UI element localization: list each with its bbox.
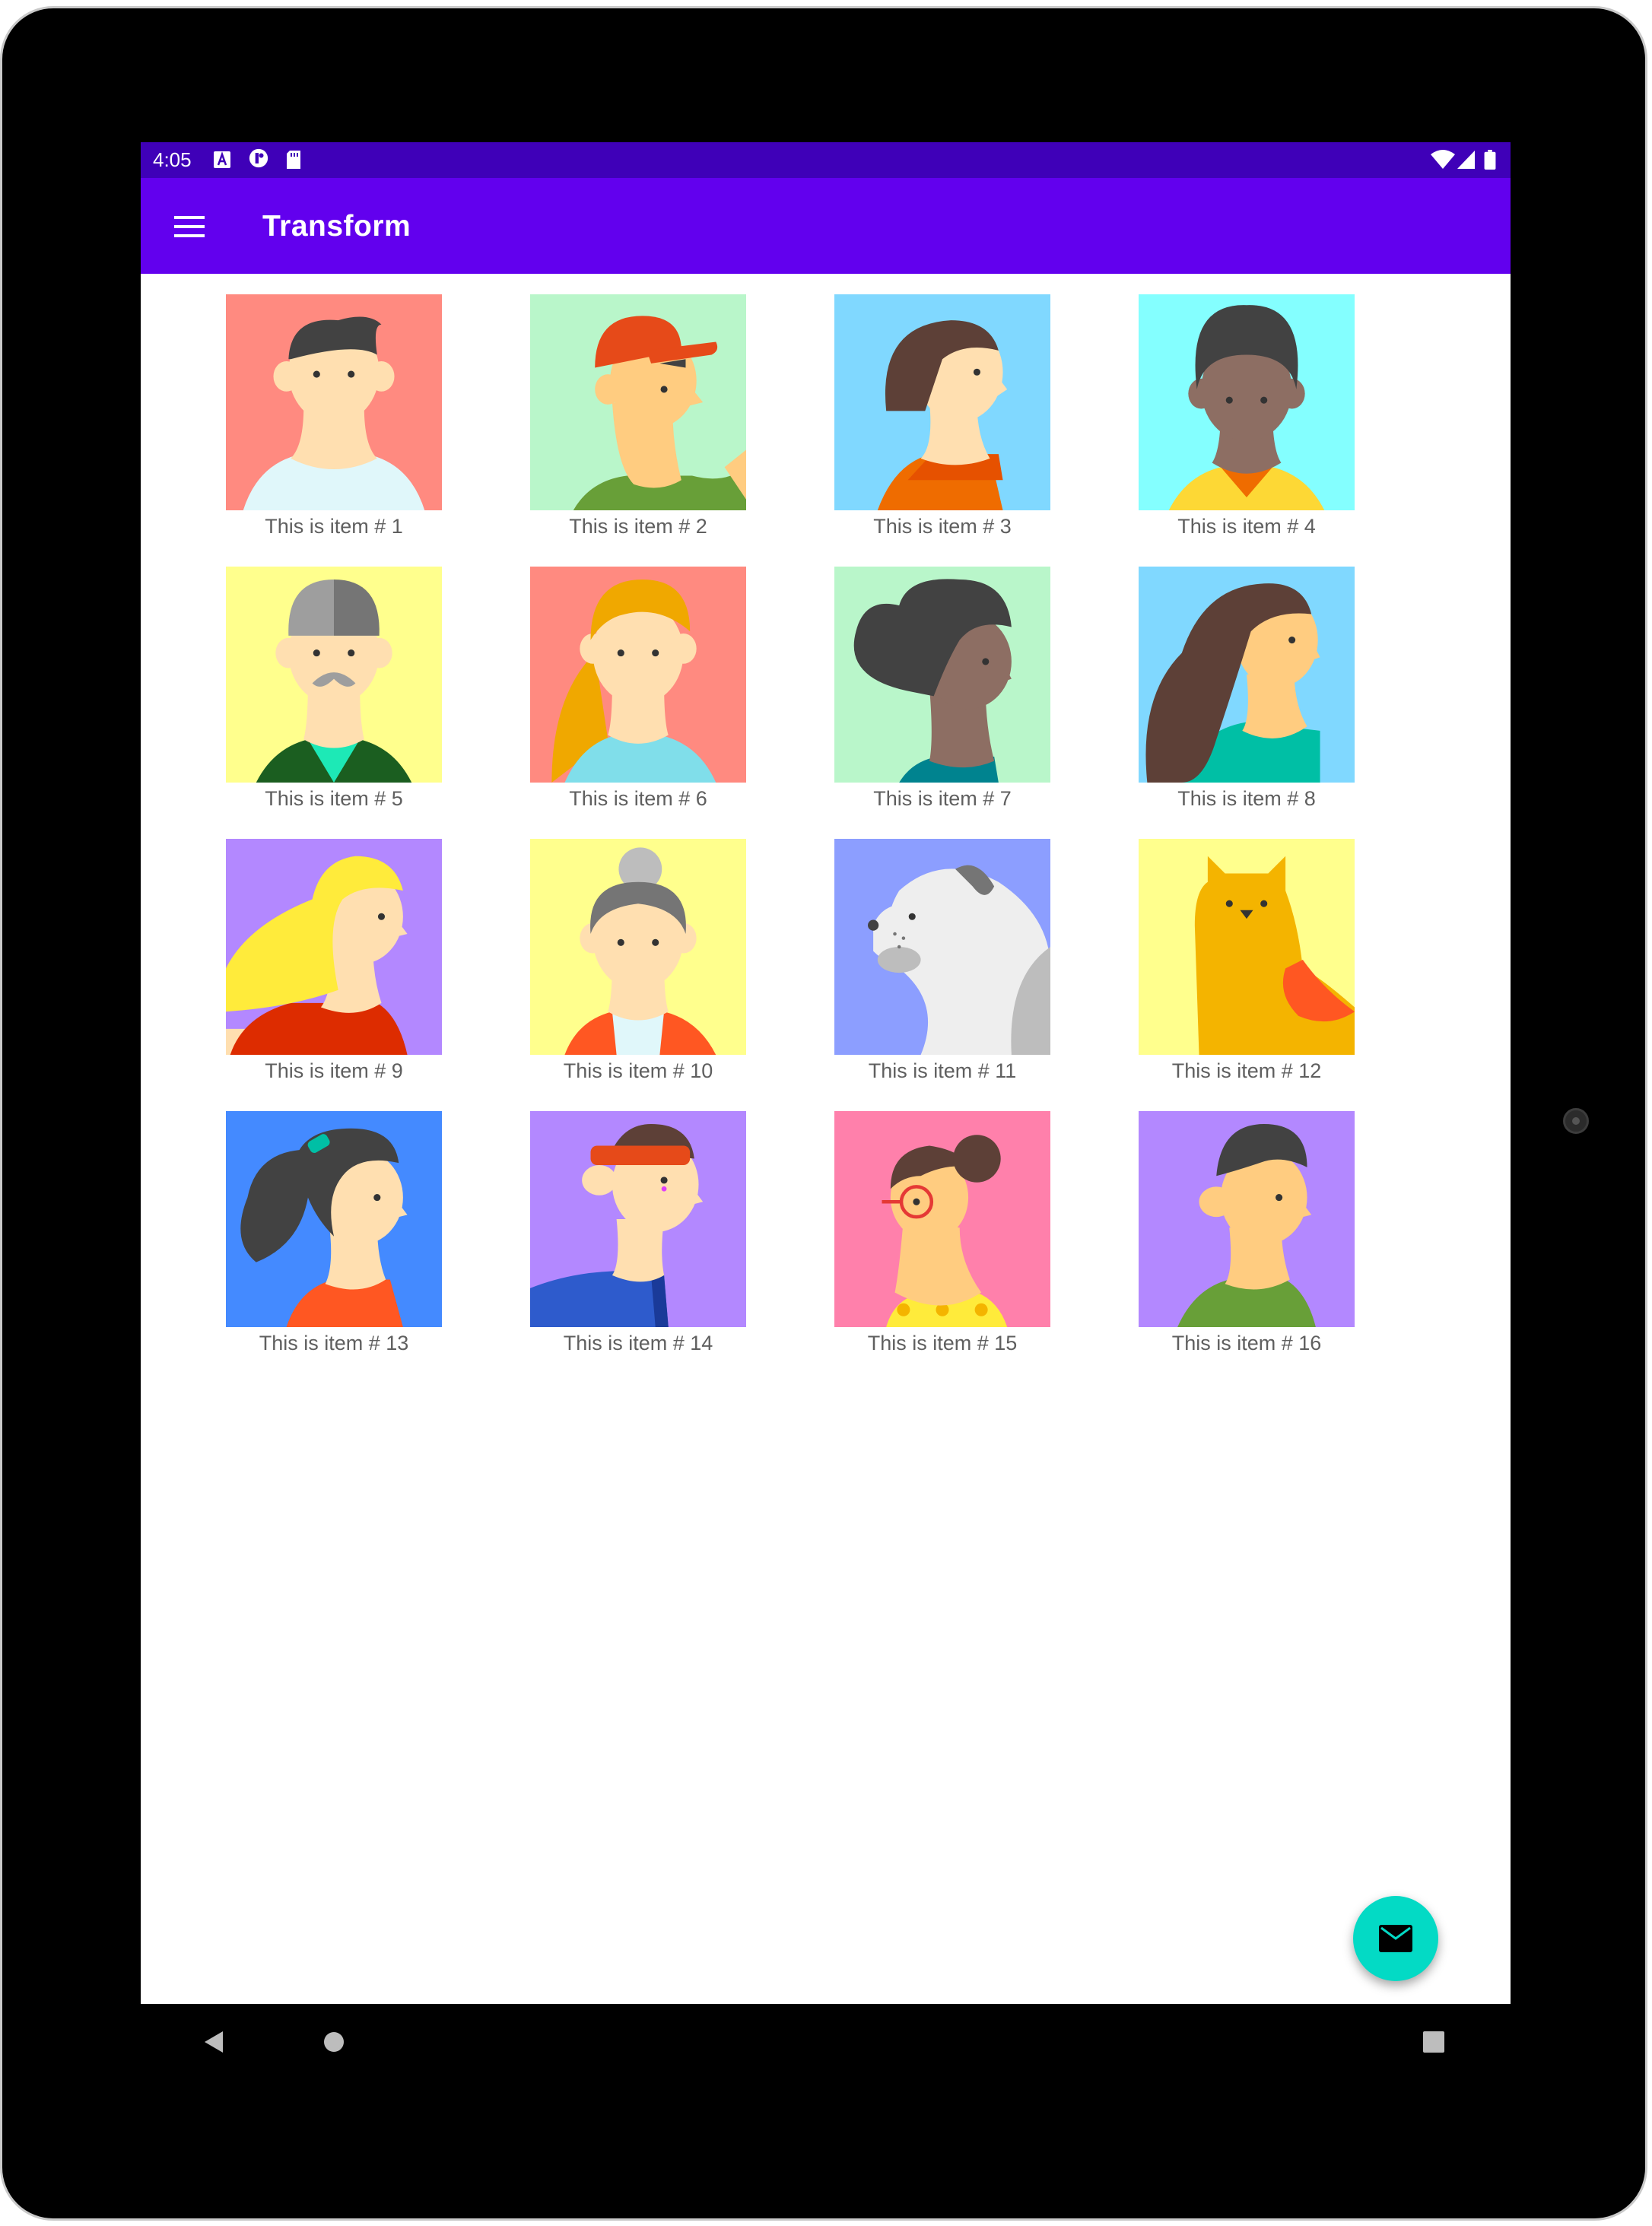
grid-item-label: This is item # 5 bbox=[265, 787, 403, 810]
grid-item-16[interactable]: This is item # 16 bbox=[1134, 1111, 1362, 1370]
avatar-woman-long-hair bbox=[1139, 567, 1355, 783]
avatar-man-dark-skin bbox=[1139, 294, 1355, 510]
grid-item-1[interactable]: This is item # 1 bbox=[221, 294, 450, 553]
grid-item-label: This is item # 9 bbox=[265, 1059, 403, 1082]
grid-item-15[interactable]: This is item # 15 bbox=[830, 1111, 1058, 1370]
avatar-man-green-shirt bbox=[1139, 1111, 1355, 1327]
grid-item-11[interactable]: This is item # 11 bbox=[830, 839, 1058, 1097]
item-grid: This is item # 1 This is item # 2 This i… bbox=[141, 274, 1511, 1719]
email-fab-button[interactable] bbox=[1353, 1896, 1438, 1981]
recents-icon[interactable] bbox=[1422, 2030, 1446, 2054]
page-title: Transform bbox=[262, 210, 411, 243]
grid-item-3[interactable]: This is item # 3 bbox=[830, 294, 1058, 553]
grid-item-label: This is item # 2 bbox=[569, 515, 707, 538]
grid-item-2[interactable]: This is item # 2 bbox=[526, 294, 754, 553]
grid-item-14[interactable]: This is item # 14 bbox=[526, 1111, 754, 1370]
avatar-woman-brown-bob bbox=[834, 294, 1050, 510]
avatar-woman-glasses bbox=[834, 1111, 1050, 1327]
grid-item-label: This is item # 3 bbox=[873, 515, 1012, 538]
status-bar: 4:05 bbox=[141, 142, 1511, 178]
grid-item-8[interactable]: This is item # 8 bbox=[1134, 567, 1362, 825]
status-time: 4:05 bbox=[153, 148, 192, 171]
grid-item-label: This is item # 8 bbox=[1177, 787, 1316, 810]
grid-item-12[interactable]: This is item # 12 bbox=[1134, 839, 1362, 1097]
a-notification-icon bbox=[214, 151, 230, 168]
cell-signal-icon bbox=[1457, 151, 1475, 169]
app-screen: 4:05 Transform This is item # 1 This is … bbox=[141, 142, 1511, 2004]
grid-item-label: This is item # 14 bbox=[563, 1332, 713, 1354]
avatar-man-red-cap bbox=[530, 294, 746, 510]
avatar-old-woman-bun bbox=[530, 839, 746, 1055]
avatar-woman-ponytail bbox=[226, 1111, 442, 1327]
grid-item-6[interactable]: This is item # 6 bbox=[526, 567, 754, 825]
grid-item-5[interactable]: This is item # 5 bbox=[221, 567, 450, 825]
grid-item-9[interactable]: This is item # 9 bbox=[221, 839, 450, 1097]
grid-item-13[interactable]: This is item # 13 bbox=[221, 1111, 450, 1370]
avatar-man-headband bbox=[530, 1111, 746, 1327]
hamburger-menu-icon[interactable] bbox=[171, 208, 208, 245]
grid-item-label: This is item # 16 bbox=[1171, 1332, 1322, 1354]
front-camera bbox=[1563, 1108, 1589, 1134]
home-icon[interactable] bbox=[322, 2030, 346, 2054]
grid-item-7[interactable]: This is item # 7 bbox=[830, 567, 1058, 825]
grid-item-label: This is item # 11 bbox=[868, 1059, 1017, 1082]
avatar-woman-yellow-hair bbox=[226, 839, 442, 1055]
sd-card-icon bbox=[287, 151, 300, 169]
grid-item-label: This is item # 7 bbox=[873, 787, 1012, 810]
grid-item-label: This is item # 15 bbox=[867, 1332, 1018, 1354]
grid-item-label: This is item # 13 bbox=[259, 1332, 409, 1354]
grid-item-label: This is item # 4 bbox=[1177, 515, 1316, 538]
avatar-man-black-hair bbox=[226, 294, 442, 510]
grid-item-label: This is item # 10 bbox=[563, 1059, 713, 1082]
app-bar: Transform bbox=[141, 178, 1511, 274]
navigation-bar bbox=[141, 2004, 1511, 2080]
grid-item-label: This is item # 6 bbox=[569, 787, 707, 810]
avatar-woman-dark-hair bbox=[834, 567, 1050, 783]
grid-item-4[interactable]: This is item # 4 bbox=[1134, 294, 1362, 553]
circle-f-notification-icon bbox=[249, 148, 268, 168]
avatar-old-man-mustache bbox=[226, 567, 442, 783]
grid-item-label: This is item # 1 bbox=[265, 515, 403, 538]
email-icon bbox=[1379, 1925, 1412, 1952]
grid-item-10[interactable]: This is item # 10 bbox=[526, 839, 754, 1097]
avatar-woman-blonde bbox=[530, 567, 746, 783]
avatar-dog bbox=[834, 839, 1050, 1055]
avatar-cat bbox=[1139, 839, 1355, 1055]
wifi-icon bbox=[1431, 150, 1455, 169]
back-icon[interactable] bbox=[200, 2028, 227, 2056]
battery-icon bbox=[1484, 150, 1496, 170]
grid-item-label: This is item # 12 bbox=[1171, 1059, 1322, 1082]
